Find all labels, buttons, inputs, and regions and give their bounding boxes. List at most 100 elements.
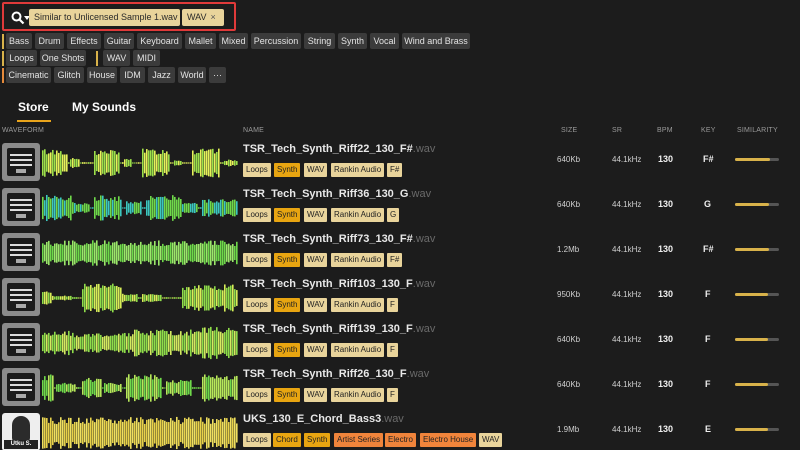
sample-name[interactable]: TSR_Tech_Synth_Riff139_130_F.wav [243,323,435,335]
filter-tag-guitar[interactable]: Guitar [104,33,134,49]
pack-cover-image[interactable] [2,143,40,181]
row-tag[interactable]: Synth [274,343,301,357]
filter-tag-world[interactable]: World [178,67,206,83]
row-tag[interactable]: WAV [304,208,328,222]
row-tag[interactable]: WAV [304,343,328,357]
row-tag[interactable]: Loops [243,388,271,402]
pack-cover-image[interactable] [2,233,40,271]
table-row[interactable]: Utku S. UKS_130_E_Chord_Bass3.wav Loops … [0,411,800,450]
artist-cover-image[interactable]: Utku S. [2,413,40,450]
waveform-display[interactable] [42,145,238,181]
filter-tag-loops[interactable]: Loops [6,50,37,66]
format-chip[interactable]: WAV × [182,9,224,26]
sample-name[interactable]: UKS_130_E_Chord_Bass3.wav [243,413,404,425]
filter-tag-house[interactable]: House [87,67,117,83]
row-tag[interactable]: Loops [243,433,271,447]
column-header-name[interactable]: NAME [243,127,264,134]
column-header-size[interactable]: SIZE [561,127,577,134]
column-header-similarity[interactable]: SIMILARITY [737,127,778,134]
table-row[interactable]: TSR_Tech_Synth_Riff22_130_F#.wav Loops S… [0,141,800,186]
sample-name[interactable]: TSR_Tech_Synth_Riff103_130_F.wav [243,278,435,290]
close-icon[interactable]: × [211,12,216,22]
row-tag[interactable]: Artist Series [334,433,384,447]
filter-tag-wav[interactable]: WAV [103,50,130,66]
row-tag[interactable]: Synth [304,433,331,447]
search-icon[interactable] [11,11,25,25]
filter-tag-glitch[interactable]: Glitch [54,67,84,83]
waveform-display[interactable] [42,190,238,226]
row-tag[interactable]: Synth [274,298,301,312]
row-tag[interactable]: Synth [274,388,301,402]
row-tag[interactable]: F [387,388,398,402]
filter-tag-midi[interactable]: MIDI [133,50,160,66]
table-row[interactable]: TSR_Tech_Synth_Riff103_130_F.wav Loops S… [0,276,800,321]
row-tag[interactable]: Electro House [420,433,477,447]
row-tag[interactable]: Synth [274,163,301,177]
column-header-bpm[interactable]: BPM [657,127,673,134]
row-tag[interactable]: Rankin Audio [331,208,385,222]
row-tag[interactable]: Electro [385,433,416,447]
filter-tag-mallet[interactable]: Mallet [185,33,216,49]
row-tag[interactable]: WAV [304,253,328,267]
filter-tag-wind-and-brass[interactable]: Wind and Brass [402,33,470,49]
row-tag[interactable]: Chord [273,433,301,447]
row-tag[interactable]: Loops [243,298,271,312]
row-tag[interactable]: Rankin Audio [331,253,385,267]
filter-tag-jazz[interactable]: Jazz [148,67,175,83]
pack-cover-image[interactable] [2,188,40,226]
table-row[interactable]: TSR_Tech_Synth_Riff26_130_F.wav Loops Sy… [0,366,800,411]
row-tag[interactable]: WAV [304,163,328,177]
filter-tag-mixed[interactable]: Mixed [219,33,248,49]
waveform-display[interactable] [42,325,238,361]
row-tag[interactable]: Rankin Audio [331,163,385,177]
row-tag[interactable]: WAV [304,388,328,402]
filter-tag-idm[interactable]: IDM [120,67,145,83]
table-row[interactable]: TSR_Tech_Synth_Riff73_130_F#.wav Loops S… [0,231,800,276]
row-tag[interactable]: Rankin Audio [331,343,385,357]
sample-name[interactable]: TSR_Tech_Synth_Riff22_130_F#.wav [243,143,435,155]
row-tag[interactable]: Loops [243,163,271,177]
similar-sample-chip[interactable]: Similar to Unlicensed Sample 1.wav× [29,9,187,26]
row-tag[interactable]: F [387,298,398,312]
table-row[interactable]: TSR_Tech_Synth_Riff139_130_F.wav Loops S… [0,321,800,366]
more-filters-button[interactable]: ··· [209,67,226,83]
waveform-display[interactable] [42,235,238,271]
row-tag[interactable]: F# [387,253,403,267]
filter-tag-cinematic[interactable]: Cinematic [6,67,51,83]
row-tag[interactable]: Loops [243,253,271,267]
filter-tag-keyboard[interactable]: Keyboard [137,33,182,49]
column-header-key[interactable]: KEY [701,127,716,134]
row-tag[interactable]: Rankin Audio [331,298,385,312]
filter-tag-vocal[interactable]: Vocal [370,33,399,49]
pack-cover-image[interactable] [2,368,40,406]
row-tag[interactable]: Synth [274,208,301,222]
column-header-waveform[interactable]: WAVEFORM [2,127,44,134]
filter-tag-percussion[interactable]: Percussion [251,33,301,49]
row-tag[interactable]: G [387,208,400,222]
sample-name[interactable]: TSR_Tech_Synth_Riff36_130_G.wav [243,188,431,200]
row-tag[interactable]: Rankin Audio [331,388,385,402]
waveform-display[interactable] [42,415,238,450]
row-tag[interactable]: F# [387,163,403,177]
filter-tag-drum[interactable]: Drum [35,33,64,49]
waveform-display[interactable] [42,280,238,316]
filter-tag-bass[interactable]: Bass [6,33,32,49]
filter-tag-effects[interactable]: Effects [67,33,101,49]
row-tag[interactable]: Synth [274,253,301,267]
row-tag[interactable]: Loops [243,343,271,357]
filter-tag-string[interactable]: String [304,33,335,49]
column-header-sr[interactable]: SR [612,127,622,134]
row-tag[interactable]: Loops [243,208,271,222]
filter-tag-synth[interactable]: Synth [338,33,367,49]
pack-cover-image[interactable] [2,323,40,361]
row-tag[interactable]: F [387,343,398,357]
pack-cover-image[interactable] [2,278,40,316]
row-tag[interactable]: WAV [304,298,328,312]
tab-my-sounds[interactable]: My Sounds [72,100,136,114]
waveform-display[interactable] [42,370,238,406]
row-tag[interactable]: WAV [479,433,503,447]
table-row[interactable]: TSR_Tech_Synth_Riff36_130_G.wav Loops Sy… [0,186,800,231]
filter-tag-one-shots[interactable]: One Shots [40,50,86,66]
sample-name[interactable]: TSR_Tech_Synth_Riff73_130_F#.wav [243,233,435,245]
sample-name[interactable]: TSR_Tech_Synth_Riff26_130_F.wav [243,368,429,380]
